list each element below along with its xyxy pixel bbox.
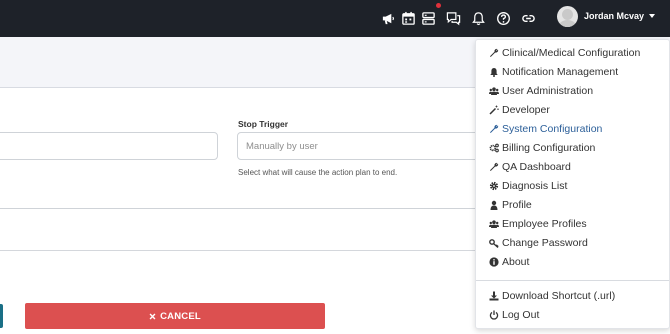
menu-item-profile[interactable]: Profile [489,197,664,213]
close-icon [149,313,156,320]
menu-item-diagnosis-list[interactable]: Diagnosis List [489,178,664,194]
info-icon [489,257,499,267]
link-icon[interactable] [519,9,537,27]
menu-item-about[interactable]: About [489,254,664,270]
notification-dot [436,3,441,8]
help-icon[interactable] [494,9,512,27]
username-label[interactable]: Jordan Mcvay [584,11,644,21]
bell-icon [489,67,499,77]
stop-trigger-help-text: Select what will cause the action plan t… [238,168,398,177]
save-button[interactable] [0,304,3,328]
menu-item-employee-profiles[interactable]: Employee Profiles [489,216,664,232]
top-navbar: Jordan Mcvay [0,0,670,37]
wrench-icon [489,48,499,58]
menu-item-notification-management[interactable]: Notification Management [489,64,664,80]
user-dropdown-menu: Clinical/Medical Configuration Notificat… [475,39,670,329]
stop-trigger-select[interactable] [237,132,487,160]
gear-icon [489,181,499,191]
user-icon [489,200,499,210]
menu-item-system-configuration[interactable]: System Configuration [489,121,664,137]
menu-item-label: Employee Profiles [502,218,587,230]
download-icon [489,291,499,301]
menu-item-label: Clinical/Medical Configuration [502,47,641,59]
chevron-down-icon[interactable] [649,14,655,18]
server-icon[interactable] [419,9,437,27]
menu-item-download-shortcut[interactable]: Download Shortcut (.url) [489,288,664,304]
wrench-icon [489,124,499,134]
menu-item-label: Change Password [502,237,588,249]
menu-item-log-out[interactable]: Log Out [489,307,664,323]
menu-item-developer[interactable]: Developer [489,102,664,118]
bell-icon[interactable] [469,9,487,27]
menu-item-billing-configuration[interactable]: Billing Configuration [489,140,664,156]
menu-item-label: Download Shortcut (.url) [502,290,616,302]
stop-trigger-label: Stop Trigger [238,119,289,129]
menu-item-user-administration[interactable]: User Administration [489,83,664,99]
text-input-left[interactable] [0,132,218,160]
menu-item-clinical-medical-configuration[interactable]: Clinical/Medical Configuration [489,45,664,61]
menu-item-change-password[interactable]: Change Password [489,235,664,251]
cancel-label: CANCEL [160,310,201,322]
gears-icon [489,143,499,153]
menu-item-qa-dashboard[interactable]: QA Dashboard [489,159,664,175]
menu-item-label: Billing Configuration [502,142,596,154]
key-icon [489,238,499,248]
power-icon [489,310,499,320]
menu-item-label: About [502,256,530,268]
chat-icon[interactable] [444,9,462,27]
calendar-icon[interactable] [399,9,417,27]
menu-item-label: Log Out [502,309,540,321]
menu-item-label: Notification Management [502,66,619,78]
menu-divider [476,280,669,281]
menu-item-label: Profile [502,199,532,211]
megaphone-icon[interactable] [379,9,397,27]
menu-item-label: QA Dashboard [502,161,571,173]
users-icon [489,86,499,96]
users-icon [489,219,499,229]
menu-item-label: System Configuration [502,123,603,135]
menu-item-label: Diagnosis List [502,180,568,192]
cancel-button[interactable]: CANCEL [25,303,325,329]
wrench-icon [489,162,499,172]
menu-item-label: Developer [502,104,550,116]
magic-wand-icon [489,105,499,115]
avatar[interactable] [557,6,578,27]
menu-item-label: User Administration [502,85,594,97]
